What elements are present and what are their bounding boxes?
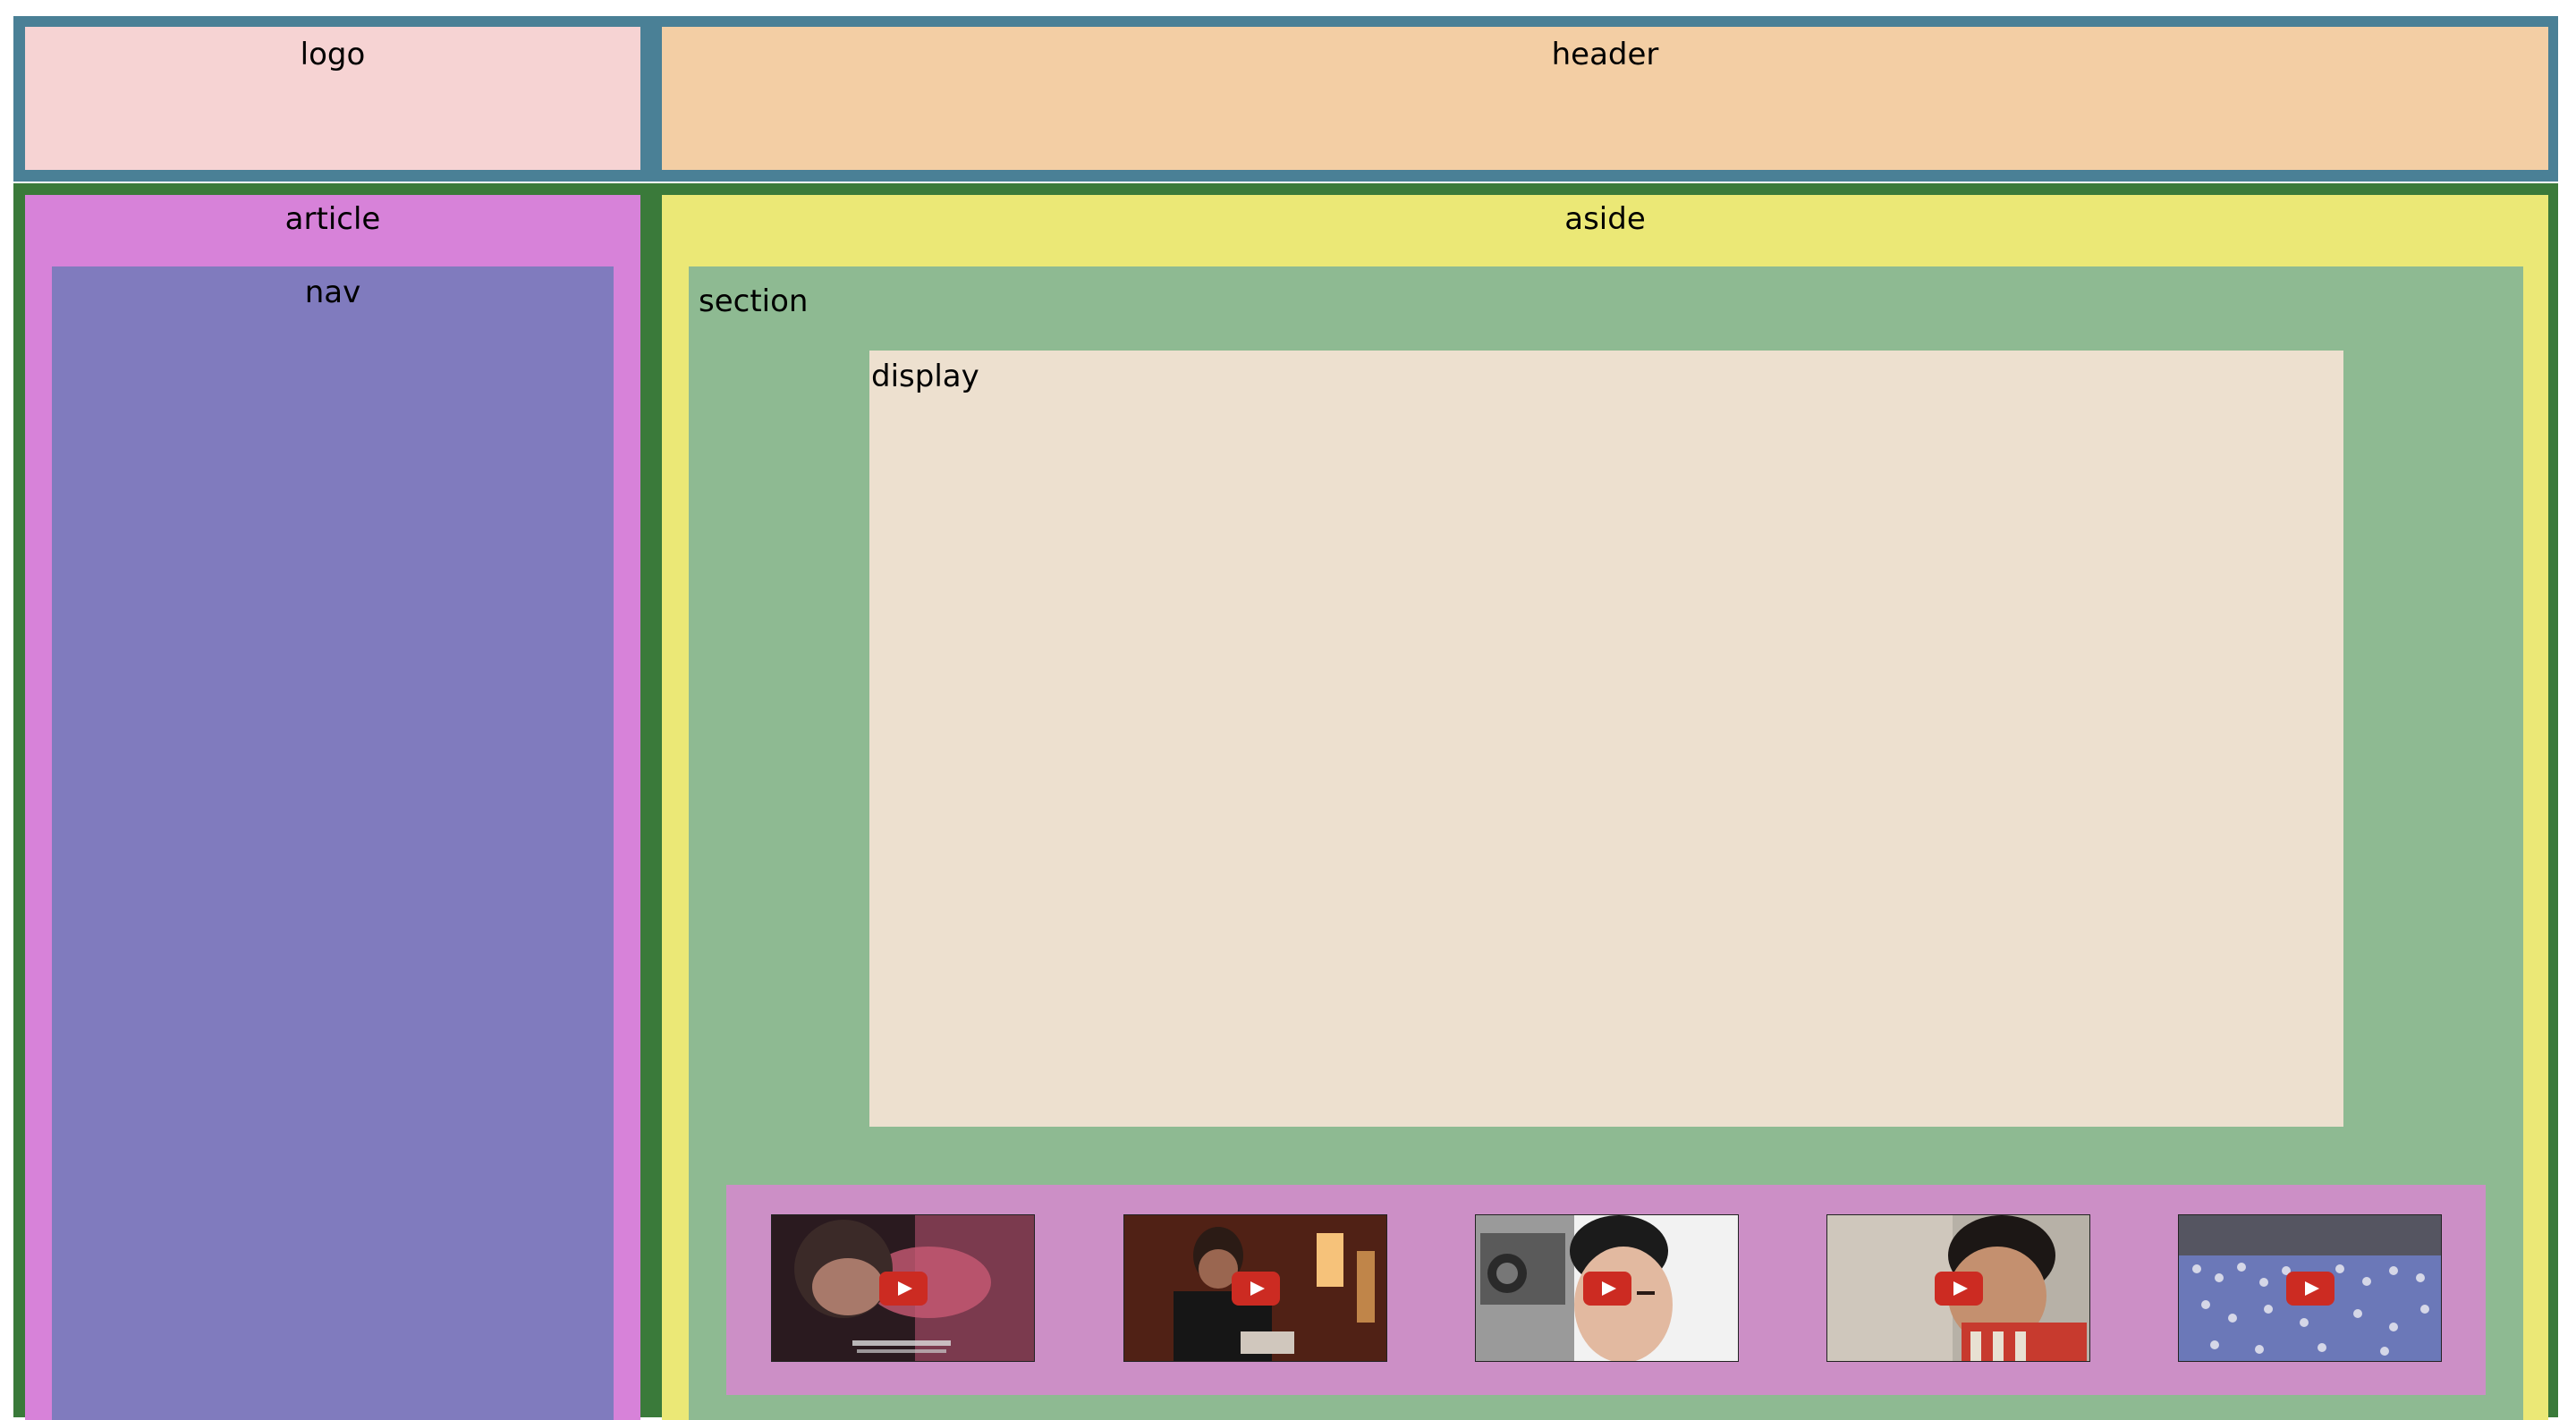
logo-label: logo: [300, 37, 366, 72]
display-label: display: [871, 359, 979, 394]
display-region: display: [869, 351, 2343, 1127]
header-region: header: [662, 27, 2548, 170]
play-button-icon[interactable]: [1583, 1272, 1631, 1306]
section-label: section: [699, 283, 809, 319]
play-button-icon[interactable]: [2286, 1272, 2334, 1306]
nav-label: nav: [304, 275, 361, 310]
aside-label: aside: [1564, 201, 1646, 237]
logo-region: logo: [25, 27, 640, 170]
video-thumbnail-3[interactable]: [1475, 1214, 1739, 1362]
video-thumbnail-5[interactable]: [2178, 1214, 2442, 1362]
video-thumbnail-strip: [726, 1185, 2486, 1395]
video-thumbnail-2[interactable]: [1123, 1214, 1387, 1362]
play-button-icon[interactable]: [879, 1272, 928, 1306]
nav-region: nav: [52, 266, 614, 1420]
article-label: article: [284, 201, 381, 237]
play-button-icon[interactable]: [1935, 1272, 1983, 1306]
video-thumbnail-4[interactable]: [1826, 1214, 2090, 1362]
video-thumbnail-1[interactable]: [771, 1214, 1035, 1362]
play-button-icon[interactable]: [1232, 1272, 1280, 1306]
header-label: header: [1551, 37, 1659, 72]
